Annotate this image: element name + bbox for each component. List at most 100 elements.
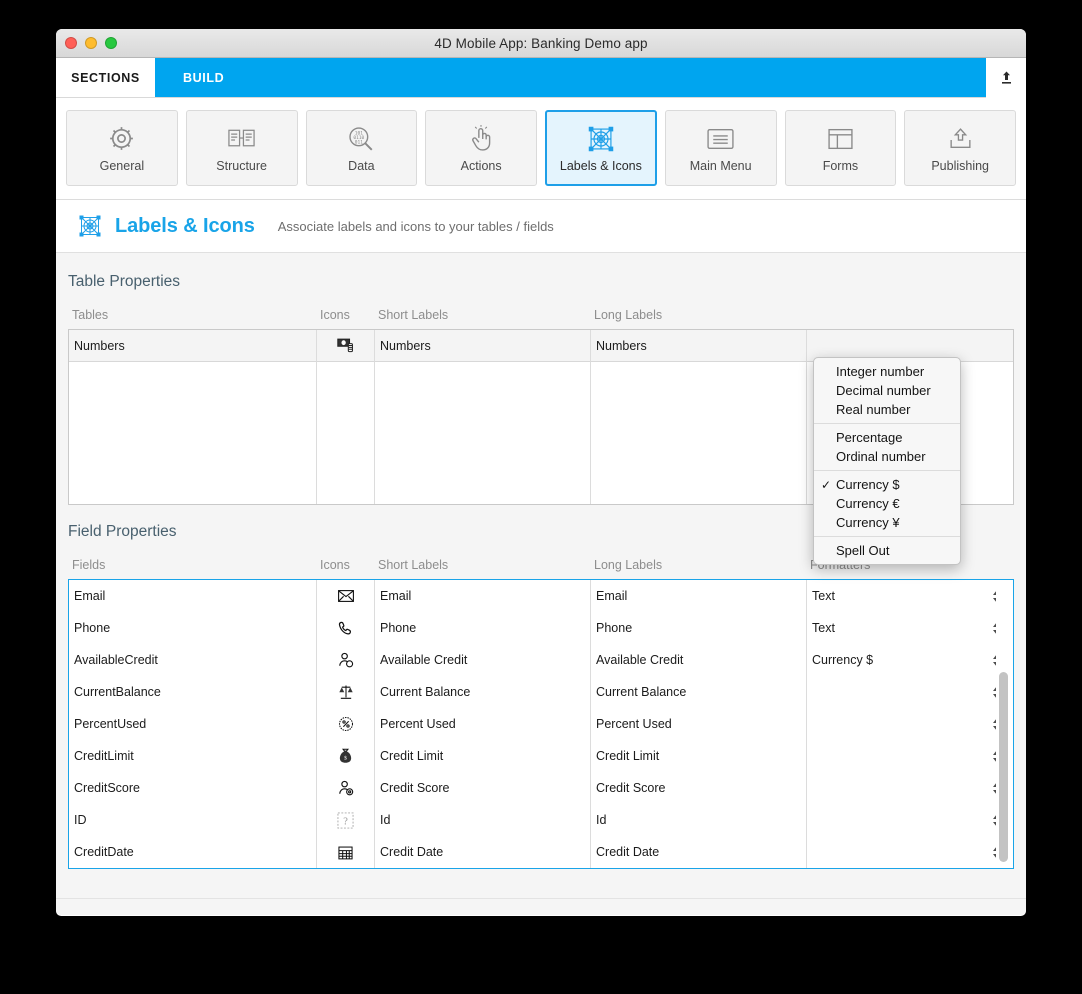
field-grid-scrollbar[interactable] (996, 582, 1011, 866)
field-formatter-value: Text (812, 589, 835, 603)
menu-item-decimal-number[interactable]: Decimal number (814, 381, 960, 400)
field-cell-short-label[interactable]: Email (375, 580, 591, 612)
field-formatter-select[interactable] (807, 836, 1013, 868)
field-cell-long-label[interactable]: Percent Used (591, 708, 807, 740)
field-cell-name[interactable]: PercentUsed (69, 708, 317, 740)
field-cell-short-label[interactable]: Credit Date (375, 836, 591, 868)
field-cell-short-label[interactable]: Credit Limit (375, 740, 591, 772)
section-button-main-menu[interactable]: Main Menu (664, 110, 777, 186)
menu-item-real-number[interactable]: Real number (814, 400, 960, 419)
field-cell-long-label[interactable]: Credit Limit (591, 740, 807, 772)
tab-build[interactable]: BUILD (155, 71, 224, 85)
section-label-data: Data (348, 158, 375, 173)
table-row[interactable]: CreditLimit $ Credit Limit Credit Limit (69, 740, 1013, 772)
table-cell-short-label[interactable]: Numbers (375, 330, 591, 362)
menu-item-currency-dollar[interactable]: ✓ Currency $ (814, 475, 960, 494)
field-formatter-select[interactable]: Text (807, 580, 1013, 612)
menu-item-currency-euro[interactable]: Currency € (814, 494, 960, 513)
table-row[interactable]: CreditDate Credit Date Credit Date (69, 836, 1013, 868)
menu-group-numbers: Integer number Decimal number Real numbe… (814, 362, 960, 419)
field-cell-long-label[interactable]: Phone (591, 612, 807, 644)
section-button-forms[interactable]: Forms (784, 110, 897, 186)
section-button-actions[interactable]: Actions (425, 110, 537, 186)
table-cell-name[interactable]: Numbers (69, 330, 317, 362)
field-cell-long-label[interactable]: Email (591, 580, 807, 612)
field-cell-long-label[interactable]: Credit Score (591, 772, 807, 804)
publish-upload-icon (947, 124, 974, 154)
field-cell-long-label[interactable]: Id (591, 804, 807, 836)
field-cell-long-label[interactable]: Credit Date (591, 836, 807, 868)
menu-item-spell-out[interactable]: Spell Out (814, 541, 960, 560)
section-button-publishing[interactable]: Publishing (904, 110, 1017, 186)
menu-item-integer-number[interactable]: Integer number (814, 362, 960, 381)
svg-text:?: ? (343, 816, 348, 827)
phone-handset-icon[interactable] (317, 612, 375, 644)
section-button-data[interactable]: 101 0110 011 Data (305, 110, 418, 186)
field-cell-name[interactable]: Email (69, 580, 317, 612)
field-formatter-select[interactable] (807, 708, 1013, 740)
menu-item-currency-yen[interactable]: Currency ¥ (814, 513, 960, 532)
field-cell-short-label[interactable]: Phone (375, 612, 591, 644)
close-button[interactable] (65, 37, 77, 49)
table-row[interactable]: AvailableCredit Available Credit Availab… (69, 644, 1013, 676)
title-bar: 4D Mobile App: Banking Demo app (56, 29, 1026, 58)
upload-button[interactable] (986, 58, 1026, 98)
scales-balance-icon[interactable] (317, 676, 375, 708)
table-row[interactable]: CurrentBalance Current Balance Current B… (69, 676, 1013, 708)
person-coin-icon[interactable] (317, 644, 375, 676)
field-cell-name[interactable]: CurrentBalance (69, 676, 317, 708)
table-row[interactable]: CreditScore Credit Score Credit Score (69, 772, 1013, 804)
field-cell-short-label[interactable]: Id (375, 804, 591, 836)
section-button-labels-icons[interactable]: Labels & Icons (545, 110, 657, 186)
tab-sections[interactable]: SECTIONS (56, 58, 155, 97)
section-button-structure[interactable]: Structure (185, 110, 298, 186)
field-cell-long-label[interactable]: Available Credit (591, 644, 807, 676)
field-cell-name[interactable]: CreditDate (69, 836, 317, 868)
field-formatter-select[interactable] (807, 740, 1013, 772)
section-label-structure: Structure (216, 158, 267, 173)
section-button-bar: General Structure 101 0110 011 Data Acti… (56, 98, 1026, 200)
table-row[interactable]: PercentUsed Percent Used Percent Used (69, 708, 1013, 740)
field-formatter-select[interactable] (807, 804, 1013, 836)
field-formatter-select[interactable] (807, 676, 1013, 708)
column-header-tables: Tables (72, 308, 109, 322)
field-cell-short-label[interactable]: Credit Score (375, 772, 591, 804)
checkmark-icon: ✓ (821, 477, 832, 492)
section-button-general[interactable]: General (66, 110, 178, 186)
menu-item-ordinal-number[interactable]: Ordinal number (814, 447, 960, 466)
menu-item-label: Currency ¥ (836, 515, 900, 530)
menu-group-percent-ordinal: Percentage Ordinal number (814, 423, 960, 466)
page-title: Labels & Icons (115, 214, 255, 237)
zoom-button[interactable] (105, 37, 117, 49)
field-cell-long-label[interactable]: Current Balance (591, 676, 807, 708)
table-row[interactable]: Email Email Email Text (69, 580, 1013, 612)
field-formatter-select[interactable] (807, 772, 1013, 804)
column-header-short-labels: Short Labels (378, 558, 449, 572)
menu-item-percentage[interactable]: Percentage (814, 428, 960, 447)
field-formatter-select[interactable]: Text (807, 612, 1013, 644)
question-mark-icon[interactable]: ? (317, 804, 375, 836)
field-cell-name[interactable]: AvailableCredit (69, 644, 317, 676)
person-gear-icon[interactable] (317, 772, 375, 804)
table-row[interactable]: ID ? Id Id (69, 804, 1013, 836)
envelope-icon[interactable] (317, 580, 375, 612)
banknotes-icon[interactable] (317, 330, 375, 362)
formatter-dropdown-menu[interactable]: Integer number Decimal number Real numbe… (813, 357, 961, 565)
minimize-button[interactable] (85, 37, 97, 49)
field-cell-name[interactable]: Phone (69, 612, 317, 644)
calendar-icon[interactable] (317, 836, 375, 868)
field-cell-name[interactable]: CreditLimit (69, 740, 317, 772)
field-cell-name[interactable]: ID (69, 804, 317, 836)
money-bag-icon[interactable]: $ (317, 740, 375, 772)
table-cell-long-label[interactable]: Numbers (591, 330, 807, 362)
field-cell-name[interactable]: CreditScore (69, 772, 317, 804)
field-formatter-select[interactable]: Currency $ (807, 644, 1013, 676)
percent-badge-icon[interactable] (317, 708, 375, 740)
scrollbar-thumb[interactable] (999, 672, 1008, 862)
field-cell-short-label[interactable]: Percent Used (375, 708, 591, 740)
tab-build-region: BUILD (155, 58, 1026, 98)
field-cell-short-label[interactable]: Available Credit (375, 644, 591, 676)
table-row[interactable]: Phone Phone Phone Text (69, 612, 1013, 644)
field-properties-grid[interactable]: Email Email Email Text Phone Phone Phone… (68, 579, 1014, 869)
field-cell-short-label[interactable]: Current Balance (375, 676, 591, 708)
